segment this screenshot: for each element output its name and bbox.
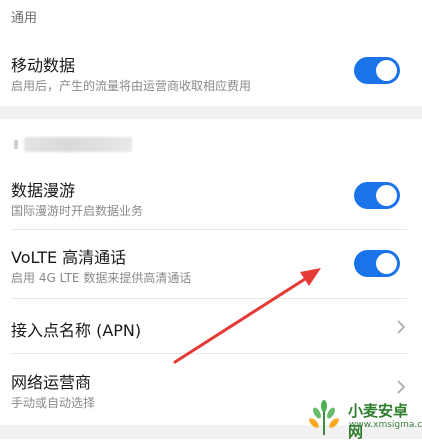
- setting-title: 接入点名称 (APN): [11, 321, 142, 340]
- blur-mark: [24, 137, 132, 152]
- chevron-right-icon: [397, 320, 406, 334]
- wheat-logo-icon: [309, 400, 339, 435]
- row-divider: [11, 298, 407, 299]
- setting-title: 网络运营商: [11, 373, 92, 392]
- setting-subtitle: 启用 4G LTE 数据来提供高清通话: [11, 271, 192, 285]
- watermark-url: www.xmsigma.com: [349, 420, 422, 430]
- setting-subtitle: 启用后，产生的流量将由运营商收取相应费用: [11, 79, 252, 93]
- toggle-knob: [376, 60, 397, 81]
- section-header: 通用: [11, 11, 38, 26]
- row-divider: [11, 229, 407, 230]
- setting-subtitle: 国际漫游时开启数据业务: [11, 204, 144, 218]
- data-roaming-toggle[interactable]: [354, 182, 400, 209]
- row-divider: [11, 353, 407, 354]
- setting-title: 数据漫游: [11, 181, 76, 200]
- mobile-data-toggle[interactable]: [354, 57, 400, 84]
- blur-mark: [14, 140, 18, 149]
- watermark: 小麦安卓网 www.xmsigma.com: [300, 396, 422, 441]
- chevron-right-icon: [397, 380, 406, 394]
- setting-row-volte[interactable]: VoLTE 高清通话 启用 4G LTE 数据来提供高清通话: [0, 232, 422, 298]
- section-gap: [0, 106, 422, 119]
- toggle-knob: [376, 253, 397, 274]
- setting-title: VoLTE 高清通话: [11, 248, 127, 267]
- setting-row-data-roaming[interactable]: 数据漫游 国际漫游时开启数据业务: [0, 165, 422, 229]
- setting-title: 移动数据: [11, 56, 76, 75]
- setting-row-mobile-data[interactable]: 移动数据 启用后，产生的流量将由运营商收取相应费用: [0, 40, 422, 106]
- toggle-knob: [376, 185, 397, 206]
- setting-subtitle: 手动或自动选择: [11, 396, 96, 410]
- volte-toggle[interactable]: [354, 250, 400, 277]
- setting-row-apn[interactable]: 接入点名称 (APN): [0, 300, 422, 353]
